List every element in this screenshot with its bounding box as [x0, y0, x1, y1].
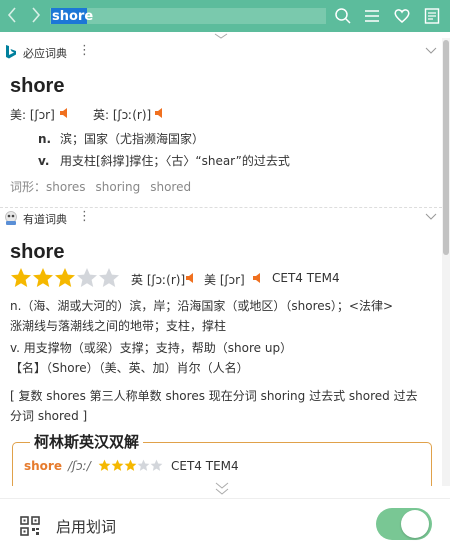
star-empty-icon [99, 268, 119, 287]
collins-phonetic: /ʃɔː/ [68, 459, 91, 473]
expand-chevron-icon[interactable] [214, 482, 230, 496]
definition-name: 【名】（Shore）（美、英、加）肖尔（人名） [10, 361, 249, 375]
star-filled-icon [98, 459, 111, 471]
speaker-icon[interactable] [253, 273, 263, 283]
star-empty-icon [137, 459, 150, 471]
word-form-link[interactable]: shored [150, 180, 191, 194]
selection-toggle[interactable] [376, 508, 432, 540]
star-filled-icon [33, 268, 53, 287]
exam-levels: CET4 TEM4 [272, 271, 340, 285]
back-button[interactable] [6, 5, 18, 28]
youdao-section-header: 有道词典 ⋮ [0, 208, 442, 228]
forms-line: 分词 shored ] [10, 409, 88, 423]
star-filled-icon [55, 268, 75, 287]
star-empty-icon [77, 268, 97, 287]
scrollbar-thumb[interactable] [443, 40, 449, 255]
part-of-speech: v. [38, 154, 50, 168]
scrollbar[interactable] [442, 38, 450, 486]
definition-text: 滨；国家（尤指濒海国家） [60, 132, 205, 146]
chevron-down-icon[interactable] [425, 47, 437, 54]
top-toolbar [0, 0, 450, 32]
speaker-icon[interactable] [60, 108, 70, 118]
star-filled-icon [124, 459, 137, 471]
definition-line: n.（海、湖或大河的）滨，岸；沿海国家（或地区）（shores）；<法律> [10, 299, 394, 313]
forms-label: 词形： [10, 180, 47, 194]
speaker-icon[interactable] [186, 273, 196, 283]
collins-headword: shore [24, 459, 62, 473]
more-options-icon[interactable]: ⋮ [78, 209, 91, 224]
pron-uk: 英 [ʃɔː(r)] [131, 273, 186, 287]
definition-text: 用支柱[斜撑]撑住；〈古〉“shear”的过去式 [60, 154, 290, 168]
star-filled-icon [111, 459, 124, 471]
dictionary-content: 必应词典 ⋮ shore 美: [ʃɔr] 英: [ʃɔː(r)] n. 滨；国家… [0, 38, 442, 486]
bing-logo-icon [3, 44, 19, 60]
collins-title: 柯林斯英汉双解 [30, 431, 144, 452]
youdao-logo-icon [5, 211, 17, 225]
chevron-left-icon [7, 7, 16, 23]
menu-icon[interactable] [363, 7, 381, 25]
word-forms: 词形：shores shoring shored [10, 178, 201, 195]
qr-scan-icon[interactable] [20, 516, 40, 536]
heart-icon[interactable] [393, 7, 411, 25]
bing-section-header: 必应词典 ⋮ [0, 42, 442, 62]
headword: shore [10, 75, 65, 97]
more-options-icon[interactable]: ⋮ [78, 43, 91, 58]
chevron-right-icon [32, 7, 41, 23]
pron-uk: 英: [ʃɔː(r)] [93, 108, 152, 122]
definition-noun: n.（海、湖或大河的）滨，岸；沿海国家（或地区）（shores）；<法律> 涨潮… [10, 296, 438, 336]
search-input[interactable] [50, 8, 326, 24]
search-icon[interactable] [334, 7, 352, 25]
source-name: 有道词典 [23, 213, 67, 226]
search-box[interactable] [50, 8, 326, 24]
forward-button[interactable] [30, 5, 42, 28]
toggle-knob[interactable] [401, 510, 429, 538]
star-empty-icon [150, 459, 163, 471]
word-form-link[interactable]: shoring [96, 180, 141, 194]
forms-line: [ 复数 shores 第三人称单数 shores 现在分词 shoring 过… [10, 389, 418, 403]
pron-us: 美 [ʃɔr] [204, 273, 245, 287]
definition-verb: v. 用支撑物（或梁）支撑；支持，帮助（shore up） [10, 341, 293, 355]
word-form-link[interactable]: shores [46, 180, 86, 194]
headword: shore [10, 241, 65, 263]
chevron-down-icon[interactable] [425, 213, 437, 220]
star-filled-icon [11, 268, 31, 287]
definition-line: 涨潮线与落潮线之间的地带；支柱，撑柱 [10, 319, 227, 333]
definition-row: n. 滨；国家（尤指濒海国家） [38, 130, 204, 147]
pron-us: 美: [ʃɔr] [10, 108, 55, 122]
source-name: 必应词典 [23, 47, 67, 60]
inflection-forms: [ 复数 shores 第三人称单数 shores 现在分词 shoring 过… [10, 386, 438, 426]
bottom-bar: 启用划词 [0, 498, 450, 550]
reader-icon[interactable] [423, 7, 441, 25]
part-of-speech: n. [38, 132, 52, 146]
enable-selection-label: 启用划词 [56, 518, 117, 536]
speaker-icon[interactable] [155, 108, 165, 118]
definition-row: v. 用支柱[斜撑]撑住；〈古〉“shear”的过去式 [38, 152, 290, 169]
collins-levels: CET4 TEM4 [171, 459, 239, 473]
